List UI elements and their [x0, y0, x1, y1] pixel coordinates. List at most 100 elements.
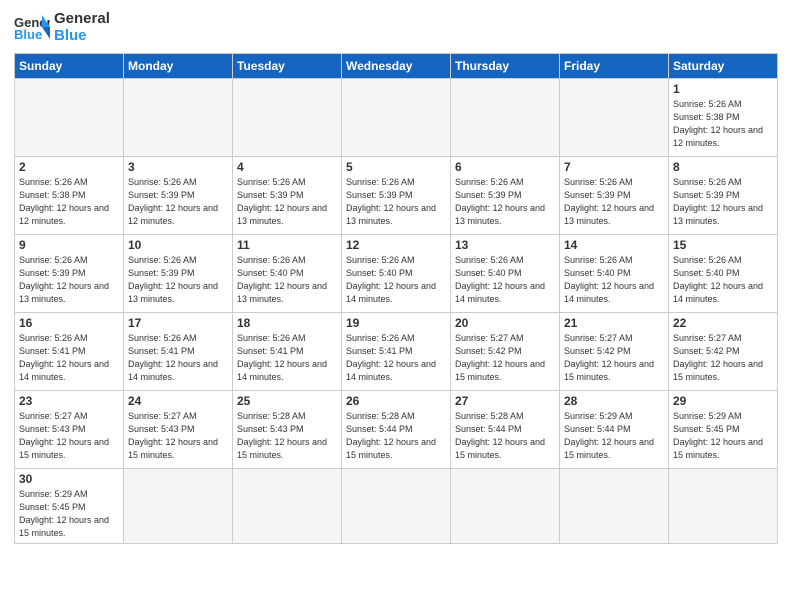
day-info: Sunrise: 5:27 AM Sunset: 5:42 PM Dayligh… [455, 332, 555, 384]
day-info: Sunrise: 5:26 AM Sunset: 5:39 PM Dayligh… [564, 176, 664, 228]
calendar-cell [451, 468, 560, 543]
calendar-table: SundayMondayTuesdayWednesdayThursdayFrid… [14, 53, 778, 544]
calendar-cell: 26 Sunrise: 5:28 AM Sunset: 5:44 PM Dayli… [342, 390, 451, 468]
calendar-cell [124, 468, 233, 543]
calendar-cell: 8 Sunrise: 5:26 AM Sunset: 5:39 PM Daylig… [669, 156, 778, 234]
day-info: Sunrise: 5:28 AM Sunset: 5:43 PM Dayligh… [237, 410, 337, 462]
day-info: Sunrise: 5:26 AM Sunset: 5:39 PM Dayligh… [673, 176, 773, 228]
day-number: 23 [19, 394, 119, 408]
calendar-cell: 25 Sunrise: 5:28 AM Sunset: 5:43 PM Dayli… [233, 390, 342, 468]
day-number: 25 [237, 394, 337, 408]
calendar-cell: 4 Sunrise: 5:26 AM Sunset: 5:39 PM Daylig… [233, 156, 342, 234]
calendar-cell [669, 468, 778, 543]
day-number: 7 [564, 160, 664, 174]
weekday-header-thursday: Thursday [451, 53, 560, 78]
day-number: 30 [19, 472, 119, 486]
day-info: Sunrise: 5:26 AM Sunset: 5:41 PM Dayligh… [19, 332, 119, 384]
logo-blue: Blue [54, 27, 110, 44]
day-info: Sunrise: 5:28 AM Sunset: 5:44 PM Dayligh… [455, 410, 555, 462]
day-number: 2 [19, 160, 119, 174]
weekday-header-sunday: Sunday [15, 53, 124, 78]
calendar-cell: 2 Sunrise: 5:26 AM Sunset: 5:38 PM Daylig… [15, 156, 124, 234]
day-number: 14 [564, 238, 664, 252]
day-info: Sunrise: 5:26 AM Sunset: 5:41 PM Dayligh… [237, 332, 337, 384]
day-number: 6 [455, 160, 555, 174]
day-info: Sunrise: 5:27 AM Sunset: 5:43 PM Dayligh… [128, 410, 228, 462]
day-info: Sunrise: 5:26 AM Sunset: 5:39 PM Dayligh… [237, 176, 337, 228]
calendar-cell: 27 Sunrise: 5:28 AM Sunset: 5:44 PM Dayli… [451, 390, 560, 468]
weekday-header-saturday: Saturday [669, 53, 778, 78]
calendar-cell: 14 Sunrise: 5:26 AM Sunset: 5:40 PM Dayli… [560, 234, 669, 312]
day-number: 27 [455, 394, 555, 408]
logo-general: General [54, 10, 110, 27]
calendar-cell: 20 Sunrise: 5:27 AM Sunset: 5:42 PM Dayli… [451, 312, 560, 390]
calendar-cell [233, 78, 342, 156]
day-number: 13 [455, 238, 555, 252]
calendar-cell: 16 Sunrise: 5:26 AM Sunset: 5:41 PM Dayli… [15, 312, 124, 390]
weekday-header-friday: Friday [560, 53, 669, 78]
day-number: 4 [237, 160, 337, 174]
weekday-header-tuesday: Tuesday [233, 53, 342, 78]
logo: General Blue General Blue [14, 10, 110, 45]
calendar-cell: 1Sunrise: 5:26 AM Sunset: 5:38 PM Daylig… [669, 78, 778, 156]
day-number: 18 [237, 316, 337, 330]
day-info: Sunrise: 5:29 AM Sunset: 5:45 PM Dayligh… [19, 488, 119, 540]
calendar-cell: 21 Sunrise: 5:27 AM Sunset: 5:42 PM Dayli… [560, 312, 669, 390]
calendar-cell: 22 Sunrise: 5:27 AM Sunset: 5:42 PM Dayli… [669, 312, 778, 390]
day-info: Sunrise: 5:27 AM Sunset: 5:42 PM Dayligh… [673, 332, 773, 384]
day-number: 22 [673, 316, 773, 330]
day-info: Sunrise: 5:26 AM Sunset: 5:40 PM Dayligh… [346, 254, 446, 306]
calendar-cell: 15 Sunrise: 5:26 AM Sunset: 5:40 PM Dayli… [669, 234, 778, 312]
week-row-2: 2 Sunrise: 5:26 AM Sunset: 5:38 PM Daylig… [15, 156, 778, 234]
day-number: 10 [128, 238, 228, 252]
calendar-cell [342, 78, 451, 156]
day-info: Sunrise: 5:26 AM Sunset: 5:40 PM Dayligh… [455, 254, 555, 306]
day-info: Sunrise: 5:26 AM Sunset: 5:41 PM Dayligh… [128, 332, 228, 384]
day-number: 21 [564, 316, 664, 330]
weekday-header-monday: Monday [124, 53, 233, 78]
day-info: Sunrise: 5:26 AM Sunset: 5:40 PM Dayligh… [673, 254, 773, 306]
page: General Blue General Blue SundayMondayTu… [0, 0, 792, 612]
day-number: 19 [346, 316, 446, 330]
week-row-3: 9Sunrise: 5:26 AM Sunset: 5:39 PM Daylig… [15, 234, 778, 312]
weekday-header-wednesday: Wednesday [342, 53, 451, 78]
day-number: 11 [237, 238, 337, 252]
day-info: Sunrise: 5:26 AM Sunset: 5:40 PM Dayligh… [237, 254, 337, 306]
header: General Blue General Blue [14, 10, 778, 45]
week-row-4: 16 Sunrise: 5:26 AM Sunset: 5:41 PM Dayli… [15, 312, 778, 390]
logo-icon: General Blue [14, 13, 50, 41]
calendar-cell: 29 Sunrise: 5:29 AM Sunset: 5:45 PM Dayli… [669, 390, 778, 468]
calendar-cell: 6Sunrise: 5:26 AM Sunset: 5:39 PM Daylig… [451, 156, 560, 234]
day-number: 16 [19, 316, 119, 330]
calendar-cell: 10Sunrise: 5:26 AM Sunset: 5:39 PM Dayli… [124, 234, 233, 312]
day-number: 26 [346, 394, 446, 408]
day-number: 15 [673, 238, 773, 252]
day-number: 8 [673, 160, 773, 174]
calendar-cell [560, 468, 669, 543]
day-info: Sunrise: 5:26 AM Sunset: 5:40 PM Dayligh… [564, 254, 664, 306]
day-info: Sunrise: 5:28 AM Sunset: 5:44 PM Dayligh… [346, 410, 446, 462]
calendar-cell: 28Sunrise: 5:29 AM Sunset: 5:44 PM Dayli… [560, 390, 669, 468]
calendar-cell: 18 Sunrise: 5:26 AM Sunset: 5:41 PM Dayli… [233, 312, 342, 390]
day-info: Sunrise: 5:27 AM Sunset: 5:42 PM Dayligh… [564, 332, 664, 384]
calendar-cell: 30 Sunrise: 5:29 AM Sunset: 5:45 PM Dayli… [15, 468, 124, 543]
calendar-cell [233, 468, 342, 543]
day-number: 28 [564, 394, 664, 408]
calendar-cell [15, 78, 124, 156]
day-info: Sunrise: 5:26 AM Sunset: 5:39 PM Dayligh… [128, 176, 228, 228]
week-row-5: 23 Sunrise: 5:27 AM Sunset: 5:43 PM Dayli… [15, 390, 778, 468]
calendar-cell: 7 Sunrise: 5:26 AM Sunset: 5:39 PM Daylig… [560, 156, 669, 234]
calendar-cell: 12 Sunrise: 5:26 AM Sunset: 5:40 PM Dayli… [342, 234, 451, 312]
day-info: Sunrise: 5:29 AM Sunset: 5:45 PM Dayligh… [673, 410, 773, 462]
day-number: 29 [673, 394, 773, 408]
day-info: Sunrise: 5:26 AM Sunset: 5:38 PM Dayligh… [673, 98, 773, 150]
day-number: 20 [455, 316, 555, 330]
week-row-1: 1Sunrise: 5:26 AM Sunset: 5:38 PM Daylig… [15, 78, 778, 156]
calendar-cell [560, 78, 669, 156]
day-info: Sunrise: 5:26 AM Sunset: 5:38 PM Dayligh… [19, 176, 119, 228]
calendar-cell [342, 468, 451, 543]
calendar-cell: 3Sunrise: 5:26 AM Sunset: 5:39 PM Daylig… [124, 156, 233, 234]
calendar-cell [124, 78, 233, 156]
day-number: 12 [346, 238, 446, 252]
calendar-cell: 23Sunrise: 5:27 AM Sunset: 5:43 PM Dayli… [15, 390, 124, 468]
